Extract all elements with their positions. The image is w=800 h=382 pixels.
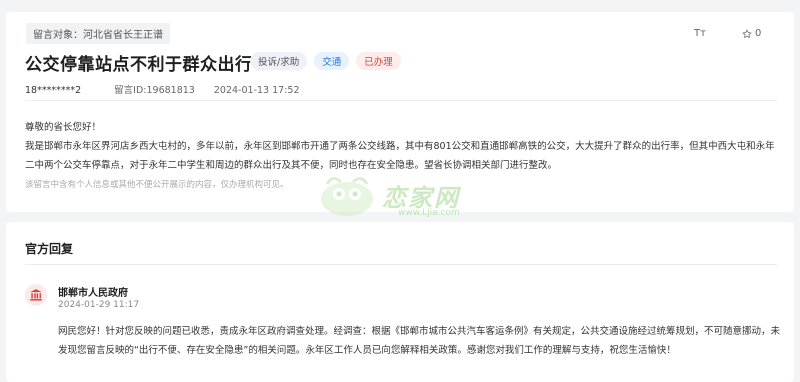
message-user: 18********2 <box>25 85 82 96</box>
message-card: 留言对象：河北省省长王正谱 Tт 0 公交停靠站点不利于群众出行 投诉/求助 交… <box>6 12 794 218</box>
privacy-notice: 该留言中含有个人信息或其他不便公开展示的内容，仅办理机构可见。 <box>25 180 289 190</box>
category-tag: 交通 <box>314 52 350 70</box>
message-meta: 18********2 留言ID:19681813 2024-01-13 17:… <box>25 82 299 96</box>
responder-name: 邯郸市人民政府 <box>58 288 128 299</box>
font-size-icon: Tт <box>694 28 706 39</box>
message-target-label: 留言对象：河北省省长王正谱 <box>26 23 170 44</box>
type-tag: 投诉/求助 <box>250 52 308 70</box>
favorite-count: 0 <box>755 28 762 39</box>
message-greeting: 尊敬的省长您好！ <box>25 122 102 133</box>
status-badge: 已办理 <box>356 52 401 70</box>
reply-section-title: 官方回复 <box>25 242 74 256</box>
message-datetime: 2024-01-13 17:52 <box>213 85 300 96</box>
reply-datetime: 2024-01-29 11:17 <box>58 300 140 310</box>
government-building-icon <box>30 289 42 301</box>
reply-content: 网民您好！针对您反映的问题已收悉，责成永年区政府调查处理。经调查：根据《邯郸市城… <box>58 326 781 356</box>
favorite-button[interactable]: 0 <box>742 28 782 39</box>
reply-card: 官方回复 邯郸市人民政府 2024-01-29 11:17 网民您好！针对您反映… <box>6 222 794 382</box>
message-id: 留言ID:19681813 <box>114 85 195 96</box>
message-tags: 投诉/求助 交通 已办理 <box>250 52 401 70</box>
divider <box>25 264 777 265</box>
avatar <box>25 284 47 306</box>
divider <box>25 100 777 101</box>
message-body: 尊敬的省长您好！ 我是邯郸市永年区界河店乡西大屯村的，多年以前，永年区到邯郸市开… <box>25 118 777 175</box>
message-content: 我是邯郸市永年区界河店乡西大屯村的，多年以前，永年区到邯郸市开通了两条公交线路，… <box>25 141 775 171</box>
font-size-button[interactable]: Tт <box>694 28 734 39</box>
star-icon <box>742 29 752 38</box>
watermark-url: www.Ljia.com <box>398 208 460 218</box>
message-title: 公交停靠站点不利于群众出行 <box>25 55 253 75</box>
watermark-logo <box>317 172 377 222</box>
